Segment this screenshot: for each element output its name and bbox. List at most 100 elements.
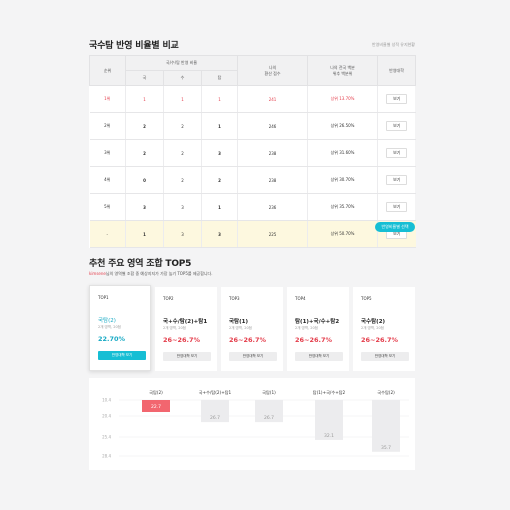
card-view-button[interactable]: 반영대학 보기 [98,351,146,360]
table-row: -1 3 3 225 상위 50.70% 보기 [89,220,416,248]
header-my-score: 나의 환산 점수 [237,55,309,86]
cell-score: 246 [237,112,308,140]
top-card[interactable]: TOP3 국탐(1) 2개 영역, 20점 26~26.7% 반영대학 보기 [221,287,283,371]
cell-percentile: 상위 35.70% [307,193,378,221]
table-row: 2위 2 2 1 246 상위 26.50% 보기 [89,112,416,140]
card-rate: 26~26.7% [295,336,333,344]
x-category-label: 국탐(2) [149,389,163,396]
x-category-label: 국수탐(2) [377,389,395,396]
card-name: 국탐(1) [229,319,248,325]
card-rate: 22.70% [98,335,126,343]
section-note[interactable]: 반영비율별 성적 유지현황 [372,42,415,48]
card-view-button[interactable]: 반영대학 보기 [163,352,211,361]
cell-inquiry: 3 [200,139,238,167]
view-universities-button[interactable]: 보기 [386,121,408,131]
top-card[interactable]: TOP4 탐(1)+국/수+탐2 2개 영역, 20점 26~26.7% 반영대학 보기 [287,287,349,371]
header-korean: 국 [125,70,164,86]
section-subtitle: kimsene님의 영역별 조합 중 예상지지가 가장 높기 TOP5를 제공합… [89,271,213,277]
cell-korean: 2 [125,112,164,140]
cell-action: 보기 [377,112,416,140]
cell-korean: 3 [125,193,164,221]
cell-inquiry: 1 [200,112,238,140]
cell-rank: 5위 [89,193,126,221]
cell-score: 225 [237,220,308,248]
card-meta: 2개 영역, 20점 [361,326,384,330]
cell-inquiry: 1 [200,85,238,113]
card-view-button[interactable]: 반영대학 보기 [295,352,343,361]
cell-rank: - [89,220,126,248]
data-label: 22.7 [151,404,161,410]
table-row: 3위 2 2 3 238 상위 31.60% 보기 [89,139,416,167]
table-row: 5위 3 3 1 236 상위 35.70% 보기 [89,193,416,221]
view-universities-button[interactable]: 보기 [386,148,408,158]
top-card[interactable]: TOP2 국+수/탐(2)+탐1 2개 영역, 20점 26~26.7% 반영대학 보기 [155,287,217,371]
comparison-chart: 10.4 20.4 25.4 28.4 국탐(2) 22.7 국+수/탐(2)+탐1 26.7… [89,378,415,470]
cell-korean: 0 [125,166,164,194]
cell-score: 236 [237,193,308,221]
x-category-label: 국탐(1) [262,389,276,396]
section-title-ratio: 국수탐 반영 비율별 비교 [89,41,179,51]
data-label: 26.7 [210,415,220,421]
view-universities-button[interactable]: 보기 [386,94,408,104]
y-tick-label: 25.4 [102,435,111,440]
cell-rank: 3위 [89,139,126,167]
card-meta: 2개 영역, 20점 [229,326,252,330]
cell-math: 2 [163,166,202,194]
cell-math: 2 [163,112,202,140]
cell-percentile: 상위 50.70% [307,220,378,248]
card-rate: 26~26.7% [229,336,267,344]
cell-korean: 2 [125,139,164,167]
card-rank: TOP1 [98,295,109,300]
card-meta: 2개 영역, 20점 [295,326,318,330]
chart-svg: 10.4 20.4 25.4 28.4 국탐(2) 22.7 국+수/탐(2)+탐1 26.7… [102,389,409,459]
cell-percentile: 상위 13.70% [307,85,378,113]
cell-math: 1 [163,85,202,113]
header-rank: 순위 [89,55,126,86]
cell-math: 3 [163,220,202,248]
ratio-table: 순위 국/수/탐 반영 비율 나의 환산 점수 나의 전국 백분 위추 백분위 … [89,55,417,248]
x-category-label: 탐(1)+국/수+탐2 [313,389,346,396]
header-math: 수 [163,70,202,86]
header-my-percentile: 나의 전국 백분 위추 백분위 [307,55,379,86]
cell-action: 보기 [377,193,416,221]
card-rank: TOP3 [229,296,240,301]
cell-action: 보기 [377,85,416,113]
cell-score: 238 [237,139,308,167]
card-rank: TOP4 [295,296,306,301]
card-name: 국탐(2) [98,318,116,324]
cell-math: 2 [163,139,202,167]
data-label: 32.1 [324,433,334,439]
user-name: kimsene [89,271,106,276]
cell-percentile: 상위 26.50% [307,112,378,140]
cell-rank: 4위 [89,166,126,194]
cell-inquiry: 3 [200,220,238,248]
card-name: 탐(1)+국/수+탐2 [295,319,340,325]
card-view-button[interactable]: 반영대학 보기 [361,352,409,361]
header-university: 반영대학 [377,55,417,86]
card-rank: TOP2 [163,296,174,301]
cell-korean: 1 [125,220,164,248]
header-ratio-group: 국/수/탐 반영 비율 [124,55,239,71]
card-rate: 26~26.7% [361,336,399,344]
cell-percentile: 상위 30.70% [307,166,378,194]
header-inquiry: 탐 [200,70,239,86]
cell-action: 보기 [377,139,416,167]
card-name: 국수탐(2) [361,319,386,325]
cell-math: 3 [163,193,202,221]
table-row: 1위 1 1 1 241 상위 13.70% 보기 [89,85,416,113]
card-name: 국+수/탐(2)+탐1 [163,319,208,325]
card-view-button[interactable]: 반영대학 보기 [229,352,277,361]
top-card[interactable]: TOP1 국탐(2) 2개 영역, 20점 22.70% 반영대학 보기 [89,285,151,371]
y-tick-label: 10.4 [102,398,111,403]
page: 국수탐 반영 비율별 비교 반영비율별 성적 유지현황 순위 국/수/탐 반영 … [0,0,510,510]
x-category-label: 국+수/탐(2)+탐1 [199,389,232,396]
compare-ratio-button[interactable]: 반영비율별 선택 [375,222,415,232]
cell-score: 241 [237,85,308,113]
data-label: 26.7 [264,415,274,421]
table-row: 4위 0 2 2 238 상위 30.70% 보기 [89,166,416,194]
y-tick-label: 28.4 [102,454,111,459]
view-universities-button[interactable]: 보기 [386,175,408,185]
card-rate: 26~26.7% [163,336,201,344]
view-universities-button[interactable]: 보기 [386,202,408,212]
top-card[interactable]: TOP5 국수탐(2) 2개 영역, 20점 26~26.7% 반영대학 보기 [353,287,415,371]
